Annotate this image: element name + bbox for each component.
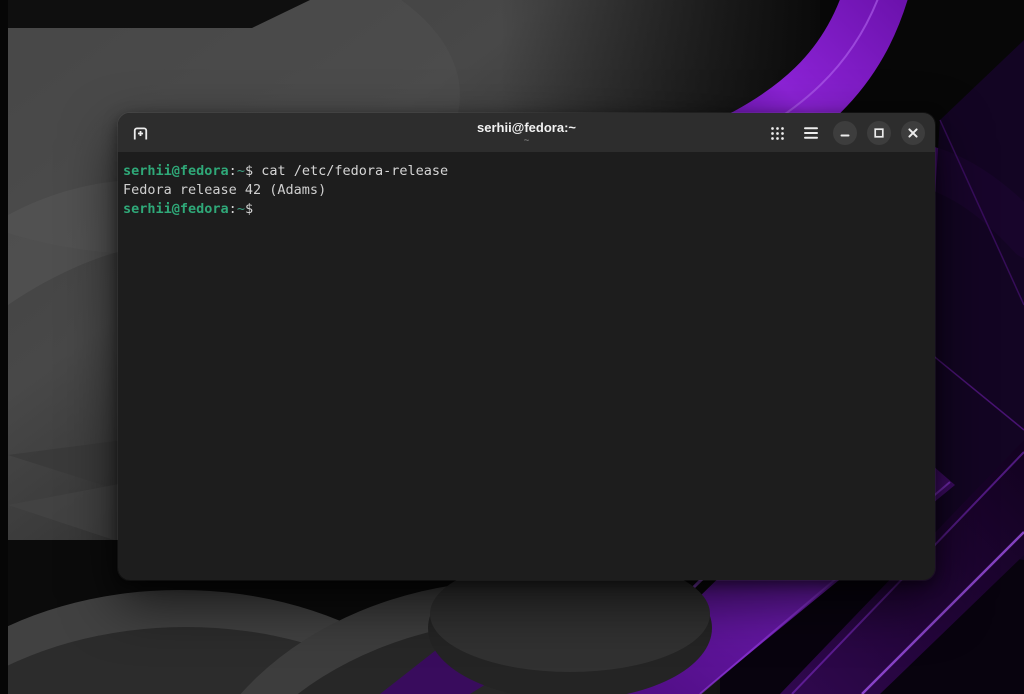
terminal-line-prompt-2: serhii@fedora:~$ [123, 200, 930, 219]
prompt-user-host: serhii@fedora [123, 163, 229, 179]
output-text: Fedora release 42 (Adams) [123, 182, 327, 198]
close-button[interactable] [901, 121, 925, 145]
prompt-path: ~ [236, 163, 245, 179]
tab-overview-icon [770, 126, 784, 140]
main-menu-button[interactable] [799, 121, 823, 145]
terminal-window: serhii@fedora:~ ~ serhii@fedora:~$ cat /… [117, 112, 936, 581]
window-title: serhii@fedora:~ [476, 120, 577, 135]
prompt-colon: : [228, 201, 237, 217]
minimize-icon [840, 134, 850, 137]
close-icon [908, 128, 918, 138]
prompt-dollar: $ [244, 201, 254, 217]
tab-overview-button[interactable] [765, 121, 789, 145]
window-title-block: serhii@fedora:~ ~ [477, 120, 576, 146]
terminal-content[interactable]: serhii@fedora:~$ cat /etc/fedora-release… [118, 153, 935, 580]
terminal-headerbar[interactable]: serhii@fedora:~ ~ [118, 113, 935, 153]
menu-icon [804, 127, 818, 139]
headerbar-right-controls [765, 121, 925, 145]
terminal-line-output: Fedora release 42 (Adams) [123, 181, 930, 200]
prompt-dollar: $ [244, 163, 254, 179]
prompt-path: ~ [236, 201, 245, 217]
new-tab-button[interactable] [128, 121, 152, 145]
maximize-button[interactable] [867, 121, 891, 145]
terminal-line-prompt-1: serhii@fedora:~$ cat /etc/fedora-release [123, 162, 930, 181]
desktop-wallpaper: serhii@fedora:~ ~ serhii@fedora:~$ cat /… [0, 0, 1024, 694]
minimize-button[interactable] [833, 121, 857, 145]
window-subtitle: ~ [523, 135, 530, 146]
prompt-colon: : [228, 163, 237, 179]
prompt-user-host: serhii@fedora [123, 201, 229, 217]
new-tab-icon [133, 126, 147, 139]
command-text: cat /etc/fedora-release [253, 163, 449, 179]
maximize-icon [874, 128, 884, 138]
